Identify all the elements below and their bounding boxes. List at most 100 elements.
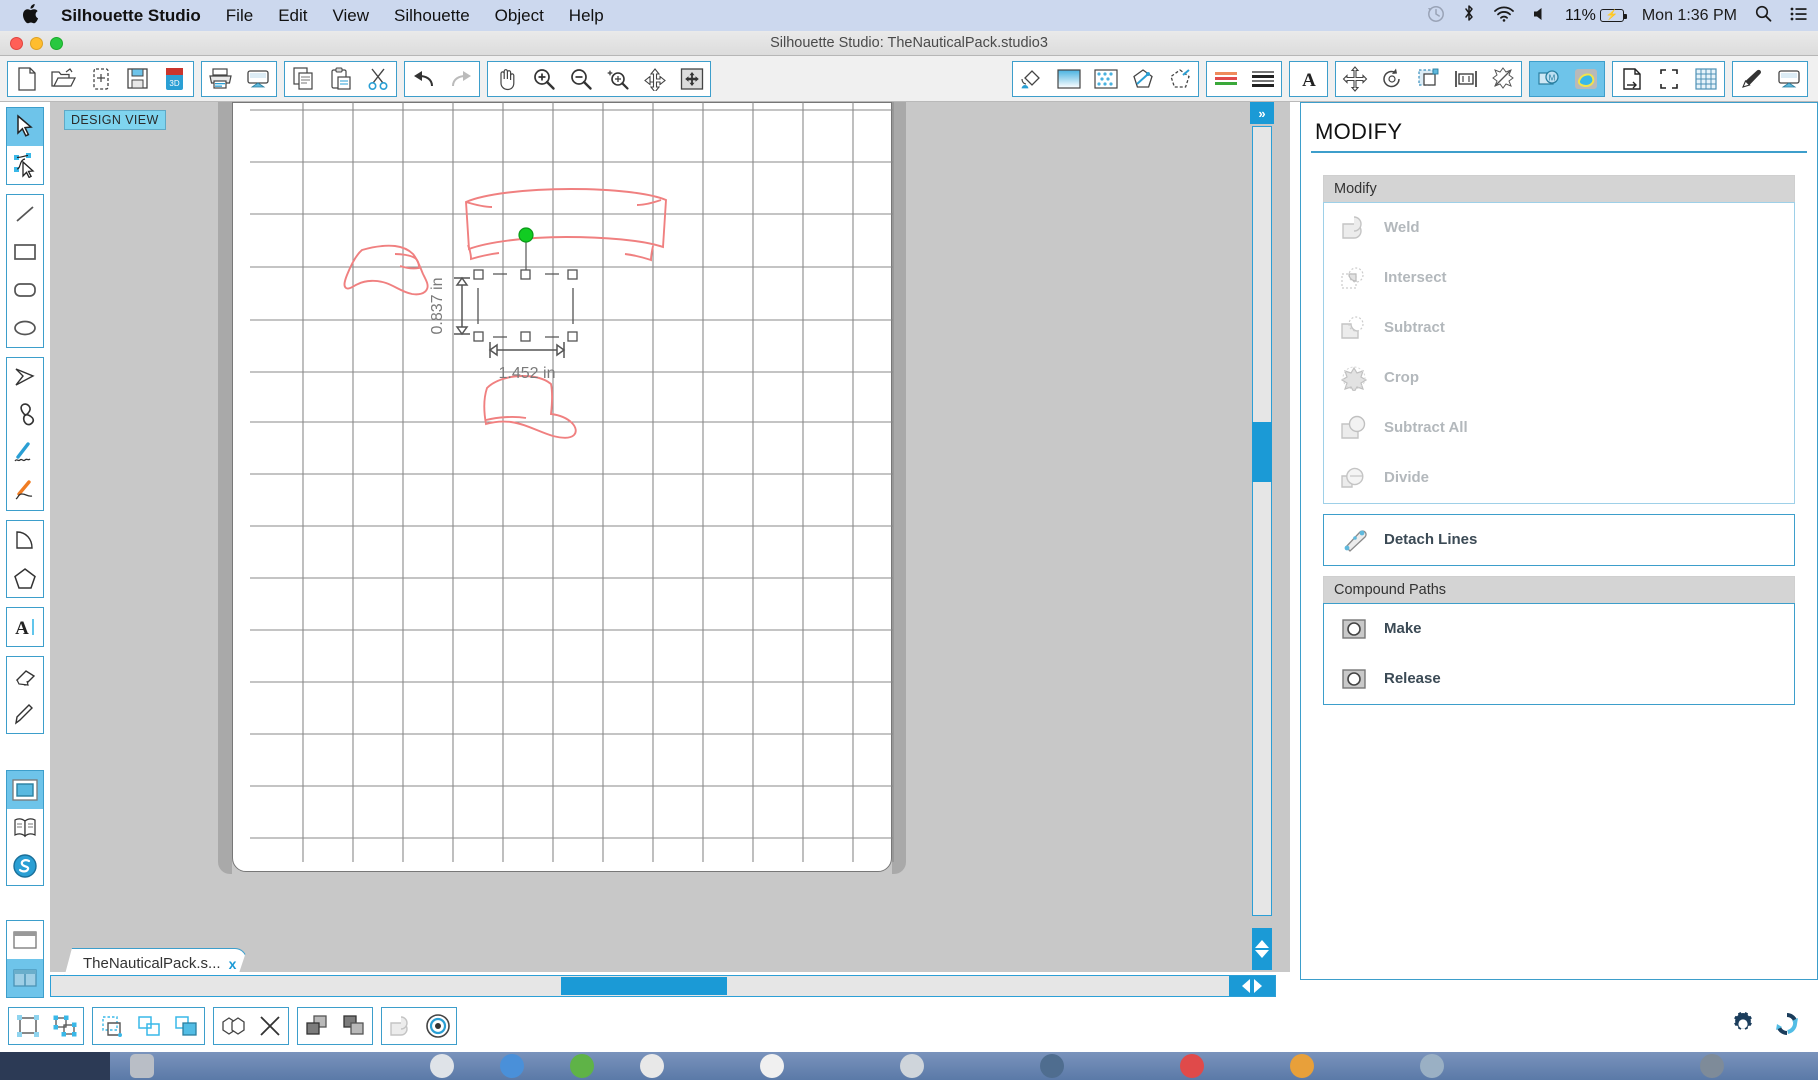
- select-tool-button[interactable]: [7, 108, 43, 146]
- menu-item-silhouette-studio[interactable]: Silhouette Studio: [61, 6, 201, 26]
- detach-lines-action[interactable]: Detach Lines: [1324, 515, 1794, 565]
- weld-action[interactable]: Weld: [1324, 203, 1794, 253]
- trace-image-panel-button[interactable]: [1567, 61, 1604, 96]
- split-pane-layout-button[interactable]: [7, 959, 43, 997]
- new-from-template-button[interactable]: [82, 61, 119, 96]
- menu-item-file[interactable]: File: [226, 6, 253, 26]
- dock-item-app-5[interactable]: [760, 1054, 784, 1078]
- modify-panel-button[interactable]: [1484, 61, 1521, 96]
- cut-button[interactable]: [359, 61, 396, 96]
- pan-tool-button[interactable]: [488, 61, 525, 96]
- vscroll-thumb[interactable]: [1252, 422, 1272, 482]
- curve-tool-button[interactable]: [7, 396, 43, 434]
- trace-panel-button[interactable]: [1244, 61, 1281, 96]
- text-tool-button[interactable]: A: [7, 608, 43, 646]
- line-color-panel-button[interactable]: [1124, 61, 1161, 96]
- replicate-button[interactable]: [167, 1008, 204, 1044]
- volume-icon[interactable]: [1533, 6, 1547, 26]
- fill-color-panel-button[interactable]: [1013, 61, 1050, 96]
- subtract-all-action[interactable]: Subtract All: [1324, 403, 1794, 453]
- page-setup-panel-button[interactable]: [1613, 61, 1650, 96]
- scroll-left-icon[interactable]: [1242, 979, 1250, 993]
- ungroup-button[interactable]: [46, 1008, 83, 1044]
- line-tool-button[interactable]: [7, 195, 43, 233]
- polygon-tool-button[interactable]: [7, 358, 43, 396]
- open-document-button[interactable]: [45, 61, 82, 96]
- line-style-panel-button[interactable]: [1161, 61, 1198, 96]
- divide-action[interactable]: Divide: [1324, 453, 1794, 503]
- hscroll-arrow-buttons[interactable]: [1229, 976, 1275, 996]
- dock-item-app-2[interactable]: [500, 1054, 524, 1078]
- zoom-window-button[interactable]: [50, 37, 63, 50]
- spotlight-search-icon[interactable]: [1755, 5, 1772, 26]
- pen-holder-panel-button[interactable]: [1733, 61, 1770, 96]
- close-window-button[interactable]: [10, 37, 23, 50]
- menu-item-view[interactable]: View: [332, 6, 369, 26]
- dock-item-app-10[interactable]: [1420, 1054, 1444, 1078]
- pattern-fill-panel-button[interactable]: [1087, 61, 1124, 96]
- send-panel-button[interactable]: [1770, 61, 1807, 96]
- store-view-button[interactable]: [7, 847, 43, 885]
- library-view-button[interactable]: [7, 809, 43, 847]
- knife-tool-button[interactable]: [7, 695, 43, 733]
- fit-to-selection-button[interactable]: [673, 61, 710, 96]
- canvas-horizontal-scrollbar[interactable]: [50, 975, 1276, 997]
- single-pane-layout-button[interactable]: [7, 921, 43, 959]
- menu-bar-clock[interactable]: Mon 1:36 PM: [1642, 7, 1737, 24]
- dock-item-trash[interactable]: [1700, 1054, 1724, 1078]
- ellipse-tool-button[interactable]: [7, 309, 43, 347]
- grid-panel-button[interactable]: [1687, 61, 1724, 96]
- scale-panel-button[interactable]: [1410, 61, 1447, 96]
- apple-logo-icon[interactable]: [22, 3, 39, 28]
- edit-points-tool-button[interactable]: [7, 146, 43, 184]
- dock-item-app-8[interactable]: [1180, 1054, 1204, 1078]
- scroll-right-icon[interactable]: [1254, 979, 1262, 993]
- compound-release-action[interactable]: Release: [1324, 654, 1794, 704]
- compound-make-action[interactable]: Make: [1324, 604, 1794, 654]
- arc-tool-button[interactable]: [7, 521, 43, 559]
- freehand-tool-button[interactable]: [7, 434, 43, 472]
- rectangle-tool-button[interactable]: [7, 233, 43, 271]
- canvas-vertical-scrollbar[interactable]: »: [1248, 102, 1276, 972]
- menu-item-edit[interactable]: Edit: [278, 6, 307, 26]
- offset-panel-button[interactable]: M: [1530, 61, 1567, 96]
- weld-shapes-button[interactable]: [214, 1008, 251, 1044]
- menu-item-silhouette[interactable]: Silhouette: [394, 6, 470, 26]
- eraser-tool-button[interactable]: [7, 657, 43, 695]
- design-canvas[interactable]: DESIGN VIEW 0.837 in 1.452 in: [50, 102, 1290, 972]
- duplicate-button[interactable]: [130, 1008, 167, 1044]
- undo-button[interactable]: [405, 61, 442, 96]
- battery-status[interactable]: 11% ⚡: [1565, 7, 1627, 25]
- wifi-icon[interactable]: [1493, 5, 1515, 26]
- sketch-panel-button[interactable]: [1207, 61, 1244, 96]
- menu-item-object[interactable]: Object: [495, 6, 544, 26]
- paste-button[interactable]: [322, 61, 359, 96]
- fit-to-window-button[interactable]: [636, 61, 673, 96]
- zoom-selection-button[interactable]: [599, 61, 636, 96]
- document-tab[interactable]: TheNauticalPack.s... x: [64, 948, 247, 978]
- gradient-fill-panel-button[interactable]: [1050, 61, 1087, 96]
- send-to-silhouette-button[interactable]: [239, 61, 276, 96]
- redo-button[interactable]: [442, 61, 479, 96]
- vscroll-track[interactable]: [1252, 126, 1272, 916]
- dock-item-app-1[interactable]: [430, 1054, 454, 1078]
- dock-item-finder[interactable]: [130, 1054, 154, 1078]
- dock-item-app-6[interactable]: [900, 1054, 924, 1078]
- zoom-out-button[interactable]: [562, 61, 599, 96]
- zoom-in-button[interactable]: [525, 61, 562, 96]
- rotate-panel-button[interactable]: [1373, 61, 1410, 96]
- text-style-panel-button[interactable]: A: [1290, 61, 1327, 96]
- sync-button[interactable]: [1772, 1009, 1802, 1044]
- bring-to-front-button[interactable]: [298, 1008, 335, 1044]
- make-compound-path-button[interactable]: [93, 1008, 130, 1044]
- menu-item-help[interactable]: Help: [569, 6, 604, 26]
- copy-button[interactable]: [285, 61, 322, 96]
- rounded-rectangle-tool-button[interactable]: [7, 271, 43, 309]
- hscroll-thumb[interactable]: [561, 977, 727, 995]
- dock-item-app-3[interactable]: [570, 1054, 594, 1078]
- design-page-view-button[interactable]: [7, 771, 43, 809]
- time-machine-icon[interactable]: [1427, 5, 1445, 27]
- dock-item-app-4[interactable]: [640, 1054, 664, 1078]
- delete-shape-button[interactable]: [251, 1008, 288, 1044]
- dock-item-app-9[interactable]: [1290, 1054, 1314, 1078]
